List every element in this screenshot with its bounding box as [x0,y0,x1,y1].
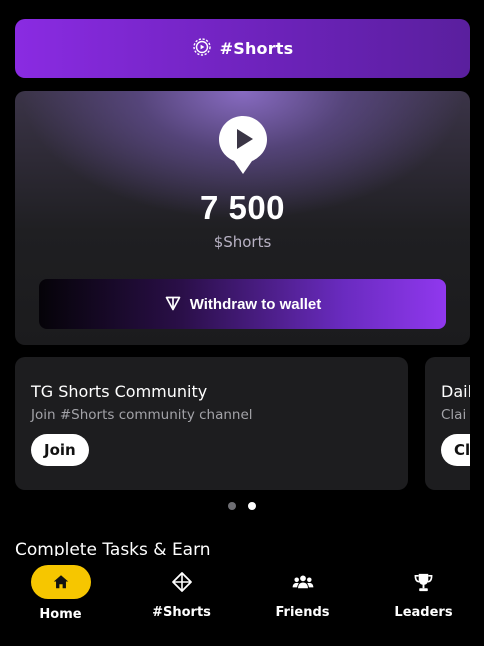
nav-label: Home [39,607,82,622]
withdraw-label: Withdraw to wallet [189,295,322,313]
balance-amount: 7 500 [199,189,286,226]
app-frame: #Shorts 7 500 $Shorts Withdraw to wallet… [0,0,484,646]
nav-label: Friends [275,605,330,620]
shorts-banner[interactable]: #Shorts [15,19,470,78]
bottom-nav: Home #Shorts Friends Leaders [0,557,484,646]
nav-shorts[interactable]: #Shorts [121,557,242,646]
claim-button[interactable]: Cla [441,434,470,466]
shorts-icon [171,571,193,593]
nav-label: Leaders [394,605,453,620]
section-title: Complete Tasks & Earn [15,540,211,556]
task-subtitle: Join #Shorts community channel [31,407,253,423]
trophy-icon [413,571,435,593]
ton-icon [164,294,182,315]
balance-card: 7 500 $Shorts Withdraw to wallet [15,91,470,345]
task-card-daily: Dail Clai Cla [425,357,470,490]
banner-label: #Shorts [219,39,294,58]
nav-label: #Shorts [152,605,211,620]
withdraw-button[interactable]: Withdraw to wallet [39,279,446,329]
task-title: Dail [441,382,470,401]
balance-unit: $Shorts [213,233,272,251]
task-card-community: TG Shorts Community Join #Shorts communi… [15,357,408,490]
home-icon [50,571,72,593]
play-pin-icon [219,116,267,174]
join-button[interactable]: Join [31,434,89,466]
carousel-pager [0,502,484,510]
task-title: TG Shorts Community [31,382,208,401]
task-subtitle: Clai [441,407,467,423]
play-circle-icon [192,37,212,61]
friends-icon [292,571,314,593]
pager-dot[interactable] [228,502,236,510]
nav-leaders[interactable]: Leaders [363,557,484,646]
nav-friends[interactable]: Friends [242,557,363,646]
pager-dot-active[interactable] [248,502,256,510]
tasks-carousel[interactable]: TG Shorts Community Join #Shorts communi… [15,357,470,490]
nav-home[interactable]: Home [0,557,121,646]
